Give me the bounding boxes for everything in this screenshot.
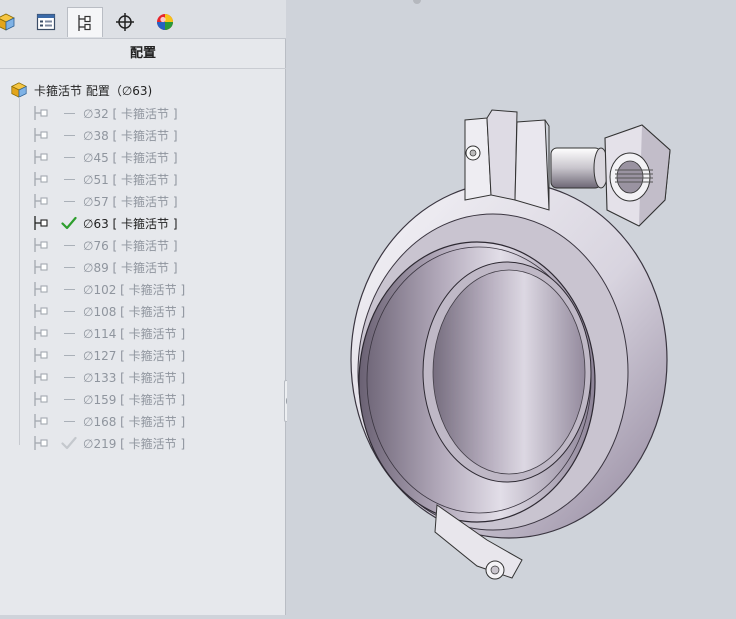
configuration-item[interactable]: ∅63 [ 卡箍活节 ] <box>33 214 178 232</box>
dash-mark <box>63 178 75 180</box>
status-dash-icon <box>59 259 79 275</box>
configuration-label: ∅127 [ 卡箍活节 ] <box>83 348 186 363</box>
status-dash-icon <box>59 127 79 143</box>
status-dash-icon <box>59 149 79 165</box>
status-dash-icon <box>59 347 79 363</box>
dash-mark <box>63 398 75 400</box>
tab-display-manager[interactable] <box>147 8 183 36</box>
configuration-label: ∅76 [ 卡箍活节 ] <box>83 238 178 253</box>
configuration-item[interactable]: ∅51 [ 卡箍活节 ] <box>33 170 178 188</box>
configuration-icon <box>34 304 48 318</box>
configuration-label: ∅38 [ 卡箍活节 ] <box>83 128 178 143</box>
dash-mark <box>63 332 75 334</box>
configuration-item[interactable]: ∅133 [ 卡箍活节 ] <box>33 368 185 386</box>
configuration-item[interactable]: ∅168 [ 卡箍活节 ] <box>33 412 185 430</box>
configuration-item[interactable]: ∅114 [ 卡箍活节 ] <box>33 324 185 342</box>
configuration-label: ∅63 [ 卡箍活节 ] <box>83 216 178 231</box>
dash-mark <box>63 266 75 268</box>
configuration-manager-panel: 配置 卡箍活节 配置（∅63) ∅32 [ 卡箍活节 ] ∅38 [ 卡箍活节 ]… <box>0 0 294 615</box>
configuration-icon <box>34 128 48 142</box>
configuration-icon <box>34 194 48 208</box>
status-dash-icon <box>59 237 79 253</box>
tab-feature-manager[interactable] <box>0 8 24 36</box>
dash-mark <box>63 200 75 202</box>
configuration-item[interactable]: ∅76 [ 卡箍活节 ] <box>33 236 178 254</box>
dash-mark <box>63 420 75 422</box>
dash-mark <box>63 244 75 246</box>
check-mark-shape <box>61 216 77 230</box>
dash-mark <box>63 288 75 290</box>
configuration-icon <box>34 414 48 428</box>
configuration-icon <box>34 216 48 230</box>
config-tree-root[interactable]: 卡箍活节 配置（∅63) <box>10 81 152 99</box>
dash-mark <box>63 156 75 158</box>
configuration-item[interactable]: ∅219 [ 卡箍活节 ] <box>33 434 185 452</box>
tab-dimxpert-manager[interactable] <box>107 8 143 36</box>
configuration-icon <box>34 150 48 164</box>
active-check-icon <box>59 215 79 231</box>
configuration-label: ∅57 [ 卡箍活节 ] <box>83 194 178 209</box>
manager-tab-bar <box>0 0 286 39</box>
tab-configuration-manager[interactable] <box>67 7 103 37</box>
dash-mark <box>63 112 75 114</box>
dash-mark <box>63 354 75 356</box>
configuration-icon <box>34 238 48 252</box>
configuration-item[interactable]: ∅108 [ 卡箍活节 ] <box>33 302 185 320</box>
panel-title: 配置 <box>129 46 156 61</box>
configuration-item[interactable]: ∅32 [ 卡箍活节 ] <box>33 104 178 122</box>
status-dash-icon <box>59 391 79 407</box>
configuration-item[interactable]: ∅89 [ 卡箍活节 ] <box>33 258 178 276</box>
configuration-item[interactable]: ∅102 [ 卡箍活节 ] <box>33 280 185 298</box>
configuration-label: ∅32 [ 卡箍活节 ] <box>83 106 178 121</box>
status-dash-icon <box>59 193 79 209</box>
configuration-label: ∅114 [ 卡箍活节 ] <box>83 326 186 341</box>
configuration-label: ∅108 [ 卡箍活节 ] <box>83 304 186 319</box>
inactive-check-icon <box>59 435 79 451</box>
configuration-item[interactable]: ∅45 [ 卡箍活节 ] <box>33 148 178 166</box>
clamp-3d-model[interactable] <box>287 0 736 615</box>
configuration-icon <box>34 106 48 120</box>
configuration-icon <box>34 282 48 296</box>
part-cube-icon <box>0 13 15 31</box>
tab-property-manager[interactable] <box>28 8 64 36</box>
configuration-label: ∅45 [ 卡箍活节 ] <box>83 150 178 165</box>
graphics-viewport[interactable] <box>287 0 736 615</box>
configuration-manager-icon <box>78 14 91 31</box>
dash-mark <box>63 134 75 136</box>
check-mark-shape <box>61 436 77 450</box>
configuration-item[interactable]: ∅159 [ 卡箍活节 ] <box>33 390 185 408</box>
configuration-label: ∅168 [ 卡箍活节 ] <box>83 414 186 429</box>
property-manager-icon <box>36 13 56 31</box>
configuration-label: ∅219 [ 卡箍活节 ] <box>83 436 186 451</box>
configuration-icon <box>34 348 48 362</box>
dimxpert-crosshair-icon <box>116 13 134 31</box>
configuration-label: ∅133 [ 卡箍活节 ] <box>83 370 186 385</box>
configuration-label: ∅159 [ 卡箍活节 ] <box>83 392 186 407</box>
status-dash-icon <box>59 413 79 429</box>
configuration-label: ∅102 [ 卡箍活节 ] <box>83 282 186 297</box>
status-dash-icon <box>59 369 79 385</box>
status-dash-icon <box>59 325 79 341</box>
dash-mark <box>63 376 75 378</box>
configuration-label: ∅51 [ 卡箍活节 ] <box>83 172 178 187</box>
configuration-item[interactable]: ∅57 [ 卡箍活节 ] <box>33 192 178 210</box>
status-dash-icon <box>59 105 79 121</box>
status-dash-icon <box>59 303 79 319</box>
configuration-icon <box>34 370 48 384</box>
configuration-icon <box>34 392 48 406</box>
status-dash-icon <box>59 171 79 187</box>
config-tree-root-label: 卡箍活节 配置（∅63) <box>34 83 153 98</box>
display-manager-sphere-icon <box>157 14 173 30</box>
dash-mark <box>63 310 75 312</box>
title-divider <box>0 68 286 69</box>
configuration-icon <box>34 326 48 340</box>
configuration-icon <box>34 260 48 274</box>
configuration-label: ∅89 [ 卡箍活节 ] <box>83 260 178 275</box>
configuration-icon <box>34 436 48 450</box>
tree-connector-line <box>19 97 20 445</box>
configuration-icon <box>34 172 48 186</box>
configuration-item[interactable]: ∅127 [ 卡箍活节 ] <box>33 346 185 364</box>
configuration-item[interactable]: ∅38 [ 卡箍活节 ] <box>33 126 178 144</box>
status-dash-icon <box>59 281 79 297</box>
